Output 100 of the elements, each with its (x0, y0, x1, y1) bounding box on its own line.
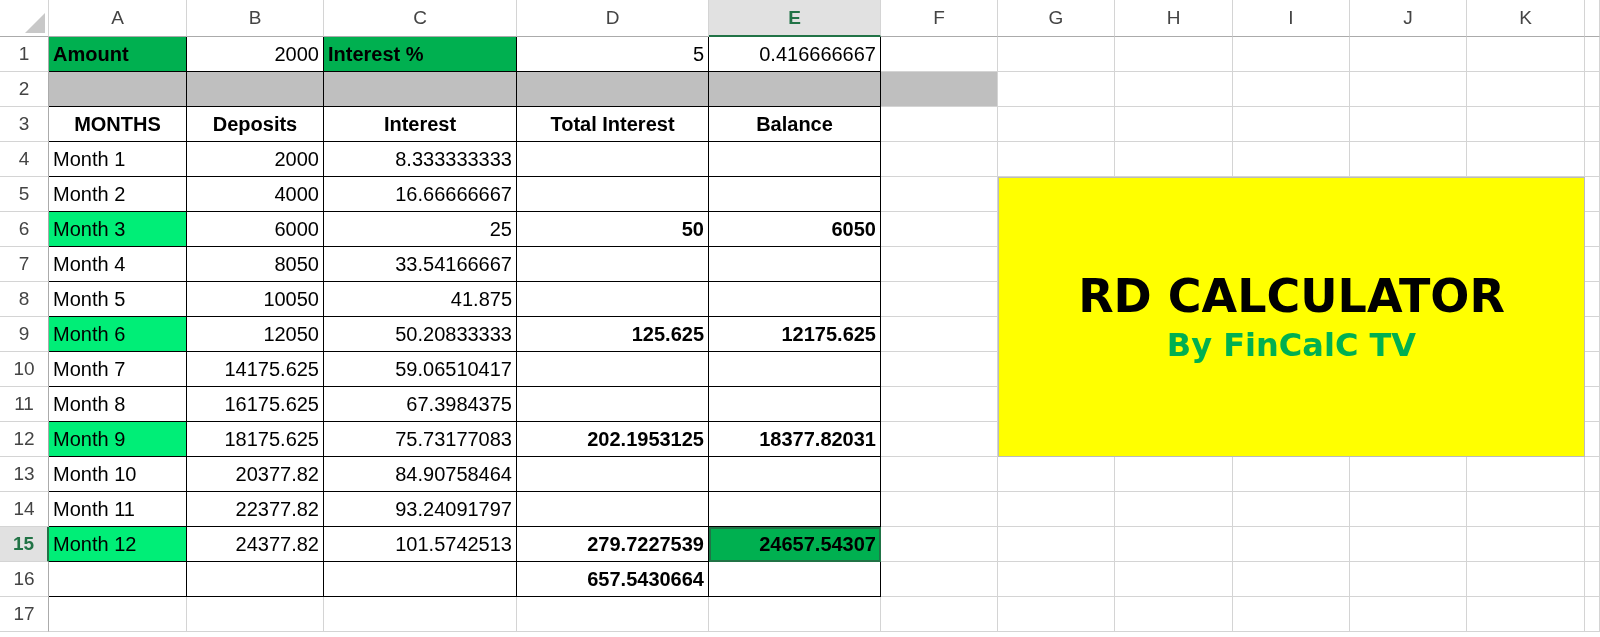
column-header[interactable]: C (324, 0, 517, 37)
table-cell[interactable]: 25 (324, 212, 517, 247)
table-cell[interactable]: 41.875 (324, 282, 517, 317)
row-header[interactable]: 7 (0, 247, 49, 282)
table-cell[interactable]: 10050 (187, 282, 324, 317)
column-header[interactable]: B (187, 0, 324, 37)
empty-cell[interactable] (517, 142, 709, 177)
empty-cell[interactable] (517, 352, 709, 387)
row-header[interactable]: 4 (0, 142, 49, 177)
empty-cell[interactable] (187, 562, 324, 597)
table-cell[interactable]: Deposits (187, 107, 324, 142)
table-cell[interactable]: 18175.625 (187, 422, 324, 457)
empty-cell[interactable] (709, 247, 881, 282)
column-header[interactable]: G (998, 0, 1115, 37)
filled-cell[interactable] (709, 72, 881, 107)
table-cell[interactable]: 125.625 (517, 317, 709, 352)
row-header[interactable]: 12 (0, 422, 49, 457)
table-cell[interactable]: 6050 (709, 212, 881, 247)
table-cell[interactable]: Interest % (324, 37, 517, 72)
empty-cell[interactable] (709, 177, 881, 212)
table-cell[interactable]: 4000 (187, 177, 324, 212)
table-cell[interactable]: Amount (49, 37, 187, 72)
table-cell[interactable]: 8050 (187, 247, 324, 282)
table-cell[interactable]: 101.5742513 (324, 527, 517, 562)
table-cell[interactable]: 6000 (187, 212, 324, 247)
empty-cell[interactable] (517, 247, 709, 282)
table-cell[interactable]: 202.1953125 (517, 422, 709, 457)
empty-cell[interactable] (709, 282, 881, 317)
empty-cell[interactable] (517, 282, 709, 317)
column-header[interactable]: J (1350, 0, 1467, 37)
table-cell[interactable]: 16.66666667 (324, 177, 517, 212)
table-cell[interactable]: 12050 (187, 317, 324, 352)
table-cell[interactable]: Month 9 (49, 422, 187, 457)
table-cell[interactable]: 59.06510417 (324, 352, 517, 387)
empty-cell[interactable] (324, 562, 517, 597)
table-cell[interactable]: 16175.625 (187, 387, 324, 422)
filled-cell[interactable] (517, 72, 709, 107)
row-header[interactable]: 14 (0, 492, 49, 527)
column-header[interactable]: A (49, 0, 187, 37)
filled-cell[interactable] (49, 72, 187, 107)
table-cell[interactable]: Total Interest (517, 107, 709, 142)
table-cell[interactable]: 93.24091797 (324, 492, 517, 527)
select-all-icon[interactable] (25, 13, 45, 33)
column-header[interactable]: E (709, 0, 881, 37)
table-cell[interactable]: MONTHS (49, 107, 187, 142)
row-header[interactable]: 13 (0, 457, 49, 492)
empty-cell[interactable] (709, 352, 881, 387)
table-cell[interactable]: 657.5430664 (517, 562, 709, 597)
column-header[interactable] (1585, 0, 1600, 37)
table-cell[interactable]: 12175.625 (709, 317, 881, 352)
row-header[interactable]: 6 (0, 212, 49, 247)
empty-cell[interactable] (709, 387, 881, 422)
table-cell[interactable]: Month 3 (49, 212, 187, 247)
table-cell[interactable]: Balance (709, 107, 881, 142)
table-cell[interactable]: Month 10 (49, 457, 187, 492)
row-header[interactable]: 1 (0, 37, 49, 72)
row-header[interactable]: 8 (0, 282, 49, 317)
empty-cell[interactable] (709, 562, 881, 597)
table-cell[interactable]: 33.54166667 (324, 247, 517, 282)
row-header[interactable]: 3 (0, 107, 49, 142)
table-cell[interactable]: Month 7 (49, 352, 187, 387)
table-cell[interactable]: 67.3984375 (324, 387, 517, 422)
filled-cell[interactable] (324, 72, 517, 107)
filled-cell[interactable] (187, 72, 324, 107)
table-cell[interactable]: 24377.82 (187, 527, 324, 562)
table-cell[interactable]: 24657.54307 (709, 527, 881, 562)
empty-cell[interactable] (517, 492, 709, 527)
table-cell[interactable]: 50.20833333 (324, 317, 517, 352)
column-header[interactable]: H (1115, 0, 1233, 37)
column-header[interactable]: I (1233, 0, 1350, 37)
table-cell[interactable]: 18377.82031 (709, 422, 881, 457)
table-cell[interactable]: Month 6 (49, 317, 187, 352)
empty-cell[interactable] (709, 142, 881, 177)
row-header[interactable]: 9 (0, 317, 49, 352)
empty-cell[interactable] (517, 457, 709, 492)
row-header[interactable]: 16 (0, 562, 49, 597)
table-cell[interactable]: Month 4 (49, 247, 187, 282)
table-cell[interactable]: 20377.82 (187, 457, 324, 492)
row-header[interactable]: 11 (0, 387, 49, 422)
table-cell[interactable]: 75.73177083 (324, 422, 517, 457)
table-cell[interactable]: 14175.625 (187, 352, 324, 387)
row-header[interactable]: 2 (0, 72, 49, 107)
row-header[interactable]: 15 (0, 527, 49, 562)
empty-cell[interactable] (517, 387, 709, 422)
empty-cell[interactable] (517, 177, 709, 212)
table-cell[interactable]: Month 1 (49, 142, 187, 177)
table-cell[interactable]: 8.333333333 (324, 142, 517, 177)
row-header[interactable]: 17 (0, 597, 49, 632)
column-header[interactable]: K (1467, 0, 1585, 37)
column-header[interactable]: D (517, 0, 709, 37)
table-cell[interactable]: Month 12 (49, 527, 187, 562)
table-cell[interactable]: 84.90758464 (324, 457, 517, 492)
table-cell[interactable]: 50 (517, 212, 709, 247)
empty-cell[interactable] (709, 457, 881, 492)
table-cell[interactable]: Interest (324, 107, 517, 142)
row-header[interactable]: 5 (0, 177, 49, 212)
table-cell[interactable]: 22377.82 (187, 492, 324, 527)
table-cell[interactable]: 2000 (187, 142, 324, 177)
column-header[interactable]: F (881, 0, 998, 37)
row-header[interactable]: 10 (0, 352, 49, 387)
